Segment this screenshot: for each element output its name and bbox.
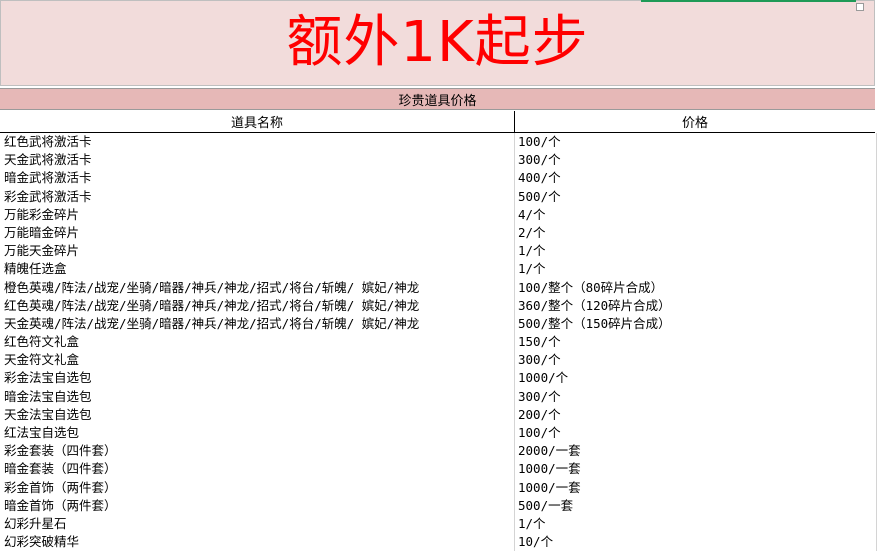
- section-title: 珍贵道具价格: [398, 93, 477, 109]
- item-name-cell[interactable]: 幻彩突破精华: [0, 533, 515, 551]
- price-cell[interactable]: 1000/一套: [515, 478, 877, 497]
- price-cell[interactable]: 10/个: [515, 533, 877, 551]
- item-name-cell[interactable]: 橙色英魂/阵法/战宠/坐骑/暗器/神兵/神龙/招式/将台/斩魄/ 嫔妃/神龙: [0, 278, 515, 297]
- item-name-cell[interactable]: 天金符文礼盒: [0, 351, 515, 370]
- table-row: 彩金法宝自选包 1000/个: [0, 369, 877, 388]
- price-cell[interactable]: 2/个: [515, 223, 877, 243]
- table-row: 万能彩金碎片 4/个: [0, 205, 877, 224]
- table-row: 幻彩升星石 1/个: [0, 514, 877, 534]
- price-cell[interactable]: 1/个: [515, 242, 877, 261]
- table-row: 彩金武将激活卡 500/个: [0, 187, 877, 206]
- table-row: 万能暗金碎片 2/个: [0, 223, 877, 243]
- price-cell[interactable]: 500/整个（150碎片合成）: [515, 314, 877, 334]
- item-name-cell[interactable]: 万能天金碎片: [0, 242, 515, 261]
- item-name-cell[interactable]: 幻彩升星石: [0, 514, 515, 534]
- price-cell[interactable]: 200/个: [515, 405, 877, 424]
- header-price: 价格: [681, 116, 708, 131]
- item-name-cell[interactable]: 红色武将激活卡: [0, 133, 515, 152]
- item-name-cell[interactable]: 暗金武将激活卡: [0, 169, 515, 188]
- price-cell[interactable]: 500/个: [515, 187, 877, 206]
- item-name-cell[interactable]: 暗金首饰（两件套）: [0, 496, 515, 515]
- section-header-cell[interactable]: 珍贵道具价格: [0, 88, 875, 110]
- price-cell[interactable]: 300/个: [515, 387, 877, 406]
- price-cell[interactable]: 150/个: [515, 333, 877, 352]
- item-name-cell[interactable]: 彩金套装（四件套）: [0, 442, 515, 461]
- price-cell[interactable]: 4/个: [515, 205, 877, 224]
- table-row: 橙色英魂/阵法/战宠/坐骑/暗器/神兵/神龙/招式/将台/斩魄/ 嫔妃/神龙 10…: [0, 278, 877, 297]
- price-cell[interactable]: 2000/一套: [515, 442, 877, 461]
- table-row: 天金法宝自选包 200/个: [0, 405, 877, 424]
- item-name-cell[interactable]: 彩金首饰（两件套）: [0, 478, 515, 497]
- table-row: 红色符文礼盒 150/个: [0, 333, 877, 352]
- price-cell[interactable]: 100/整个（80碎片合成）: [515, 278, 877, 297]
- banner-cell[interactable]: 额外1K起步: [0, 0, 875, 86]
- table-row: 精魄任选盒 1/个: [0, 260, 877, 279]
- item-name-cell[interactable]: 万能彩金碎片: [0, 205, 515, 224]
- item-name-cell[interactable]: 红色符文礼盒: [0, 333, 515, 352]
- price-cell[interactable]: 300/个: [515, 351, 877, 370]
- table-body: 红色武将激活卡 100/个 天金武将激活卡 300/个 暗金武将激活卡 400/个 彩金武将…: [0, 133, 877, 551]
- item-name-cell[interactable]: 红法宝自选包: [0, 424, 515, 443]
- header-cell-item-name[interactable]: 道具名称: [0, 111, 515, 132]
- item-name-cell[interactable]: 万能暗金碎片: [0, 223, 515, 243]
- table-row: 红色武将激活卡 100/个: [0, 133, 877, 152]
- spreadsheet: 额外1K起步 珍贵道具价格 道具名称 价格 红色武将激活卡 100/个 天金武将激活…: [0, 0, 877, 551]
- item-name-cell[interactable]: 天金法宝自选包: [0, 405, 515, 424]
- header-cell-price[interactable]: 价格: [515, 111, 875, 132]
- price-cell[interactable]: 360/整个（120碎片合成）: [515, 296, 877, 315]
- table-row: 彩金首饰（两件套） 1000/一套: [0, 478, 877, 497]
- item-name-cell[interactable]: 暗金法宝自选包: [0, 387, 515, 406]
- selection-accent-bar: [641, 0, 856, 2]
- table-row: 暗金首饰（两件套） 500/一套: [0, 496, 877, 515]
- item-name-cell[interactable]: 暗金套装（四件套）: [0, 460, 515, 479]
- table-row: 天金英魂/阵法/战宠/坐骑/暗器/神兵/神龙/招式/将台/斩魄/ 嫔妃/神龙 50…: [0, 314, 877, 334]
- header-item-name: 道具名称: [230, 116, 283, 131]
- item-name-cell[interactable]: 彩金法宝自选包: [0, 369, 515, 388]
- table-row: 红色英魂/阵法/战宠/坐骑/暗器/神兵/神龙/招式/将台/斩魄/ 嫔妃/神龙 36…: [0, 296, 877, 315]
- item-name-cell[interactable]: 红色英魂/阵法/战宠/坐骑/暗器/神兵/神龙/招式/将台/斩魄/ 嫔妃/神龙: [0, 296, 515, 315]
- price-cell[interactable]: 1000/一套: [515, 460, 877, 479]
- table-row: 幻彩突破精华 10/个: [0, 533, 877, 551]
- item-name-cell[interactable]: 精魄任选盒: [0, 260, 515, 279]
- item-name-cell[interactable]: 天金英魂/阵法/战宠/坐骑/暗器/神兵/神龙/招式/将台/斩魄/ 嫔妃/神龙: [0, 314, 515, 334]
- table-row: 万能天金碎片 1/个: [0, 242, 877, 261]
- banner-title: 额外1K起步: [286, 10, 589, 75]
- table-row: 天金武将激活卡 300/个: [0, 151, 877, 170]
- price-cell[interactable]: 1000/个: [515, 369, 877, 388]
- price-cell[interactable]: 100/个: [515, 424, 877, 443]
- price-cell[interactable]: 300/个: [515, 151, 877, 170]
- table-row: 红法宝自选包 100/个: [0, 424, 877, 443]
- price-cell[interactable]: 1/个: [515, 260, 877, 279]
- item-name-cell[interactable]: 天金武将激活卡: [0, 151, 515, 170]
- price-cell[interactable]: 400/个: [515, 169, 877, 188]
- table-row: 暗金武将激活卡 400/个: [0, 169, 877, 188]
- table-header-row: 道具名称 价格: [0, 111, 875, 133]
- table-row: 天金符文礼盒 300/个: [0, 351, 877, 370]
- price-cell[interactable]: 100/个: [515, 133, 877, 152]
- table-row: 暗金套装（四件套） 1000/一套: [0, 460, 877, 479]
- fill-handle[interactable]: [856, 3, 864, 11]
- table-row: 暗金法宝自选包 300/个: [0, 387, 877, 406]
- price-cell[interactable]: 500/一套: [515, 496, 877, 515]
- price-cell[interactable]: 1/个: [515, 514, 877, 534]
- item-name-cell[interactable]: 彩金武将激活卡: [0, 187, 515, 206]
- table-row: 彩金套装（四件套） 2000/一套: [0, 442, 877, 461]
